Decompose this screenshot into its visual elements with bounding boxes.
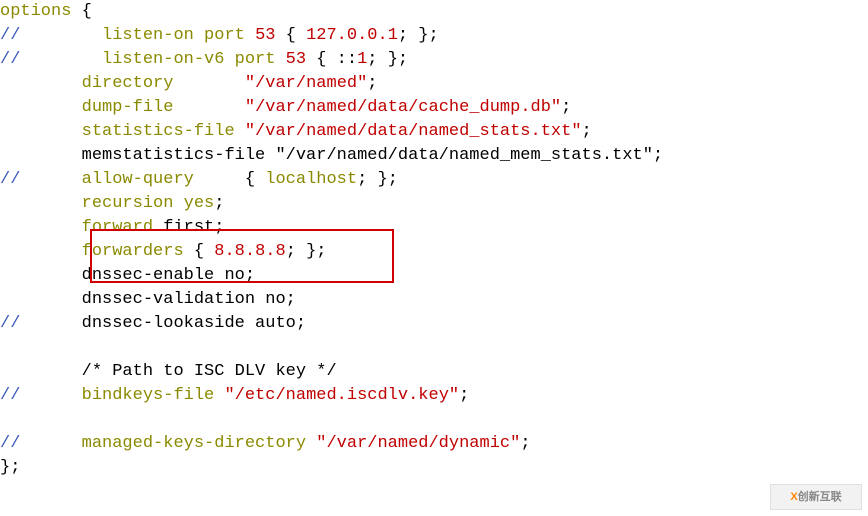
tok: [20, 50, 102, 69]
tok: managed-keys-directory: [82, 434, 306, 453]
tok: {: [71, 2, 91, 21]
tok: [173, 74, 244, 93]
comment-marker: //: [0, 434, 20, 453]
tok: [245, 26, 255, 45]
tok: dump-file: [82, 98, 174, 117]
tok: options: [0, 2, 71, 21]
tok: "/var/named/dynamic": [316, 434, 520, 453]
tok: { ::: [306, 50, 357, 69]
tok: /* Path to ISC DLV key */: [82, 362, 337, 381]
comment-marker: //: [0, 50, 20, 69]
tok: [20, 434, 81, 453]
tok: };: [0, 458, 20, 477]
tok: "/var/named": [245, 74, 367, 93]
tok: [0, 218, 82, 237]
tok: 127.0.0.1: [306, 26, 398, 45]
tok: [0, 122, 82, 141]
tok: localhost: [265, 170, 357, 189]
tok: [306, 434, 316, 453]
tok: listen-on port: [102, 26, 245, 45]
tok: dnssec-enable no;: [82, 266, 255, 285]
tok: [173, 98, 244, 117]
tok: {: [275, 26, 306, 45]
tok: ;: [214, 194, 224, 213]
tok: "/var/named/data/named_stats.txt": [245, 122, 582, 141]
tok: ; };: [367, 50, 408, 69]
tok: directory: [82, 74, 174, 93]
tok: ;: [520, 434, 530, 453]
tok: ; };: [398, 26, 439, 45]
tok: 53: [286, 50, 306, 69]
tok: ;: [561, 98, 571, 117]
tok: [0, 74, 82, 93]
tok: [0, 98, 82, 117]
tok: {: [184, 242, 215, 261]
tok: 8.8.8.8: [214, 242, 285, 261]
tok: 53: [255, 26, 275, 45]
tok: [0, 242, 82, 261]
tok: listen-on-v6 port: [102, 50, 275, 69]
tok: 1: [357, 50, 367, 69]
tok: [0, 194, 82, 213]
watermark-text: 创新互联: [798, 491, 842, 503]
comment-marker: //: [0, 26, 20, 45]
tok: forward: [82, 218, 153, 237]
tok: first;: [153, 218, 224, 237]
tok: [20, 26, 102, 45]
tok: [214, 386, 224, 405]
comment-marker: //: [0, 386, 20, 405]
tok: [0, 290, 82, 309]
code-block: options { // listen-on port 53 { 127.0.0…: [0, 0, 868, 480]
tok: memstatistics-file "/var/named/data/name…: [82, 146, 664, 165]
tok: recursion yes: [82, 194, 215, 213]
tok: {: [194, 170, 265, 189]
comment-marker: //: [0, 170, 20, 189]
tok: "/var/named/data/cache_dump.db": [245, 98, 561, 117]
tok: [20, 170, 81, 189]
tok: ;: [582, 122, 592, 141]
tok: ; };: [357, 170, 398, 189]
tok: "/etc/named.iscdlv.key": [224, 386, 459, 405]
tok: forwarders: [82, 242, 184, 261]
watermark-icon: X: [790, 491, 797, 503]
watermark-logo: X创新互联: [770, 484, 862, 510]
tok: ; };: [286, 242, 327, 261]
tok: statistics-file: [82, 122, 235, 141]
tok: [20, 314, 81, 333]
tok: [235, 122, 245, 141]
tok: [0, 266, 82, 285]
tok: [275, 50, 285, 69]
comment-marker: //: [0, 314, 20, 333]
tok: ;: [459, 386, 469, 405]
tok: [20, 386, 81, 405]
tok: dnssec-lookaside auto;: [82, 314, 306, 333]
tok: bindkeys-file: [82, 386, 215, 405]
tok: dnssec-validation no;: [82, 290, 296, 309]
tok: allow-query: [82, 170, 194, 189]
tok: [0, 146, 82, 165]
tok: [0, 362, 82, 381]
tok: ;: [367, 74, 377, 93]
